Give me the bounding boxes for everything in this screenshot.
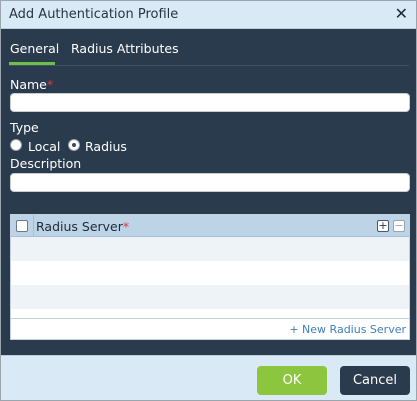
dialog-footer: OK Cancel — [1, 355, 416, 400]
type-radius-label[interactable]: Radius — [85, 139, 127, 154]
dialog-titlebar: Add Authentication Profile ✕ — [1, 1, 416, 29]
column-required-mark: * — [122, 219, 130, 234]
grid-header: Radius Server* + − — [11, 215, 409, 237]
dialog-title: Add Authentication Profile — [9, 7, 179, 22]
close-icon[interactable]: ✕ — [395, 5, 408, 23]
select-all-checkbox[interactable] — [16, 220, 28, 232]
header-separator — [33, 215, 34, 237]
table-row — [11, 261, 409, 285]
cancel-button[interactable]: Cancel — [340, 366, 410, 395]
radius-server-column-header: Radius Server* — [36, 219, 129, 234]
type-label: Type — [10, 120, 39, 135]
description-input[interactable] — [10, 173, 410, 192]
table-row — [11, 285, 409, 309]
add-row-icon[interactable]: + — [377, 220, 389, 232]
new-radius-server-link[interactable]: + New Radius Server — [289, 323, 406, 336]
name-required-mark: * — [46, 77, 54, 92]
ok-button[interactable]: OK — [257, 366, 327, 395]
radius-server-grid: Radius Server* + − + New Radius Server — [10, 214, 410, 340]
type-local-radio[interactable] — [10, 139, 22, 151]
description-label: Description — [10, 156, 82, 171]
type-local-label[interactable]: Local — [28, 139, 60, 154]
remove-row-icon[interactable]: − — [393, 220, 405, 232]
name-input[interactable] — [10, 93, 410, 112]
type-radius-radio[interactable] — [68, 139, 80, 151]
name-label: Name* — [10, 77, 53, 92]
tab-general[interactable]: General — [10, 41, 59, 56]
table-row — [11, 237, 409, 261]
add-authentication-profile-dialog: Add Authentication Profile ✕ General Rad… — [0, 0, 417, 401]
grid-footer: + New Radius Server — [11, 318, 409, 339]
column-header-text: Radius Server — [36, 219, 123, 234]
tab-radius-attributes[interactable]: Radius Attributes — [71, 41, 179, 56]
tab-bar: General Radius Attributes — [1, 29, 416, 66]
tab-divider — [9, 65, 409, 66]
name-label-text: Name — [10, 77, 47, 92]
